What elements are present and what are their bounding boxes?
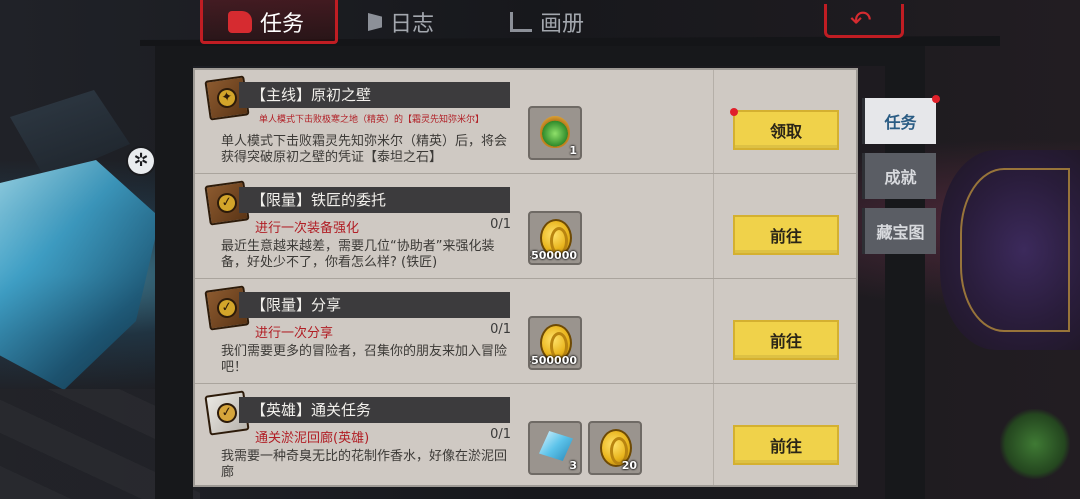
tab-quests[interactable]: 任务	[228, 4, 304, 40]
category-tab-quests[interactable]: 任务	[862, 98, 936, 144]
reward-qty: 4500000	[528, 354, 577, 367]
reward-qty: 4500000	[528, 249, 577, 262]
scroll-icon	[228, 11, 252, 33]
tab-log[interactable]: 日志	[368, 4, 434, 40]
quest-objective: 进行一次装备强化 0/1	[255, 217, 511, 236]
quest-description: 我需要一种奇臭无比的花制作香水，好像在淤泥回廊	[221, 449, 508, 480]
claim-button[interactable]: 领取	[733, 110, 839, 150]
notification-dot	[932, 95, 940, 103]
reward-item[interactable]: 4500000	[528, 316, 582, 370]
quest-row: ✦ 【主线】原初之壁 单人模式下击败极寒之地（精英）的【霜灵先知弥米尔】 单人模…	[195, 70, 856, 174]
rug-decoration	[940, 150, 1080, 350]
flag-icon	[368, 13, 382, 31]
plant-decoration	[1000, 409, 1070, 479]
reward-qty: 20	[621, 459, 637, 472]
ice-crystal-decoration	[0, 160, 160, 390]
tab-label: 日志	[390, 12, 435, 37]
quest-objective: 进行一次分享 0/1	[255, 322, 511, 341]
go-button[interactable]: 前往	[733, 215, 839, 255]
quest-description: 最近生意越来越差，需要几位“协助者”来强化装备，好处少不了，你看怎么样? (铁匠…	[221, 239, 495, 270]
reward-list: 3 20	[528, 421, 642, 475]
reward-item[interactable]: 20	[588, 421, 642, 475]
quest-title: 【主线】原初之壁	[239, 82, 510, 108]
tab-label: 任务	[260, 12, 305, 37]
reward-list: 4500000	[528, 316, 582, 370]
quest-title: 【英雄】通关任务	[239, 397, 510, 423]
reward-item[interactable]: 3	[528, 421, 582, 475]
reward-qty: 1	[569, 144, 577, 157]
tab-label: 画册	[540, 12, 585, 37]
reward-item[interactable]: 1	[528, 106, 582, 160]
objective-text: 通关淤泥回廊(英雄)	[255, 431, 370, 446]
quest-description: 单人模式下击败霜灵先知弥米尔（精英）后，将会获得突破原初之壁的凭证【泰坦之石】	[221, 134, 508, 165]
quest-objective: 通关淤泥回廊(英雄) 0/1	[255, 427, 511, 446]
gem-icon	[540, 116, 570, 148]
category-tab-treasure-map[interactable]: 藏宝图	[862, 208, 936, 254]
category-tab-achievements[interactable]: 成就	[862, 153, 936, 199]
go-button[interactable]: 前往	[733, 425, 839, 465]
quest-description: 我们需要更多的冒险者，召集你的朋友来加入冒险吧！	[221, 344, 508, 375]
objective-progress: 0/1	[490, 322, 511, 337]
back-button[interactable]: ↶	[824, 4, 904, 38]
compass-icon[interactable]: ✲	[128, 148, 154, 174]
quest-row: ✓ 【英雄】通关任务 通关淤泥回廊(英雄) 0/1 我需要一种奇臭无比的花制作香…	[195, 385, 856, 485]
reward-item[interactable]: 4500000	[528, 211, 582, 265]
back-arrow-icon: ↶	[850, 6, 872, 36]
objective-text: 进行一次装备强化	[255, 221, 360, 236]
notification-dot	[730, 108, 738, 116]
reward-list: 1	[528, 106, 582, 160]
quest-row: ✓ 【限量】铁匠的委托 进行一次装备强化 0/1 最近生意越来越差，需要几位“协…	[195, 175, 856, 279]
tab-album[interactable]: 画册	[510, 4, 584, 40]
quest-title: 【限量】铁匠的委托	[239, 187, 510, 213]
go-button[interactable]: 前往	[733, 320, 839, 360]
crystal-icon	[539, 431, 573, 461]
objective-text: 单人模式下击败极寒之地（精英）的【霜灵先知弥米尔】	[259, 115, 485, 125]
quest-objective: 单人模式下击败极寒之地（精英）的【霜灵先知弥米尔】	[259, 112, 515, 125]
reward-list: 4500000	[528, 211, 582, 265]
objective-progress: 0/1	[490, 427, 511, 442]
reward-qty: 3	[569, 459, 577, 472]
quest-title: 【限量】分享	[239, 292, 510, 318]
quest-panel[interactable]: ✦ 【主线】原初之壁 单人模式下击败极寒之地（精英）的【霜灵先知弥米尔】 单人模…	[193, 68, 858, 487]
objective-text: 进行一次分享	[255, 326, 334, 341]
objective-progress: 0/1	[490, 217, 511, 232]
book-icon	[510, 12, 532, 32]
quest-row: ✓ 【限量】分享 进行一次分享 0/1 我们需要更多的冒险者，召集你的朋友来加入…	[195, 280, 856, 384]
